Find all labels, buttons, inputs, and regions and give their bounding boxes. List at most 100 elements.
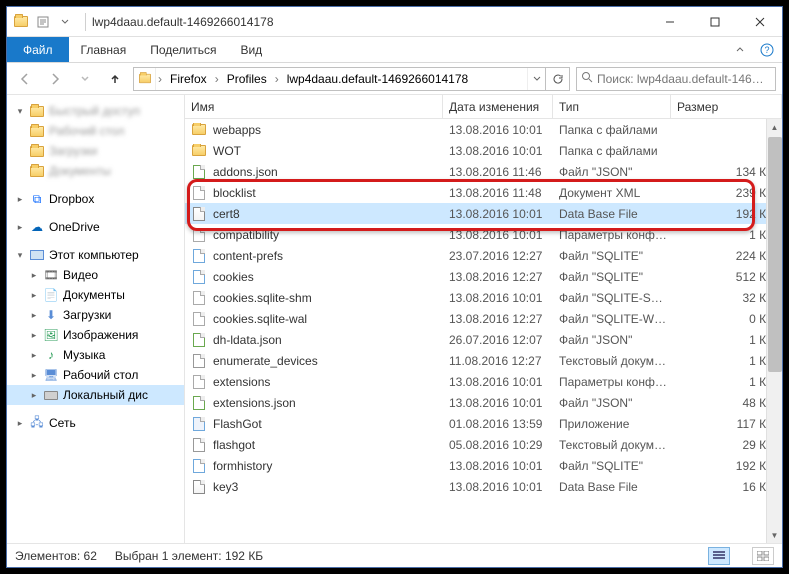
sidebar-item-videos[interactable]: ▸🎞Видео <box>7 265 184 285</box>
breadcrumb-item[interactable]: Profiles <box>221 72 273 86</box>
sidebar-item-onedrive[interactable]: ▸☁OneDrive <box>7 217 184 237</box>
quickaccess-pinned[interactable]: Загрузки <box>7 141 184 161</box>
qat-props-icon[interactable] <box>35 14 51 30</box>
address-box[interactable]: › Firefox › Profiles › lwp4daau.default-… <box>133 67 570 91</box>
ribbon: Файл Главная Поделиться Вид ? <box>7 37 782 63</box>
address-dropdown-icon[interactable] <box>527 68 545 90</box>
sidebar-item-dropbox[interactable]: ▸⧉Dropbox <box>7 189 184 209</box>
view-large-button[interactable] <box>752 547 774 565</box>
table-row[interactable]: cookies.sqlite-wal13.08.2016 12:27Файл "… <box>185 308 782 329</box>
sidebar-item-localdisk[interactable]: ▸Локальный дис <box>7 385 184 405</box>
breadcrumb-item[interactable]: Firefox <box>164 72 213 86</box>
sidebar-item-thispc[interactable]: ▾Этот компьютер <box>7 245 184 265</box>
table-row[interactable]: extensions13.08.2016 10:01Параметры конф… <box>185 371 782 392</box>
view-details-button[interactable] <box>708 547 730 565</box>
ribbon-tab-view[interactable]: Вид <box>228 37 274 62</box>
file-icon <box>191 207 207 221</box>
file-date: 13.08.2016 10:01 <box>443 480 553 494</box>
table-row[interactable]: blocklist13.08.2016 11:48Документ XML239… <box>185 182 782 203</box>
file-rows: webapps13.08.2016 10:01Папка с файламиWO… <box>185 119 782 543</box>
sidebar-item-music[interactable]: ▸♪Музыка <box>7 345 184 365</box>
sidebar-item-network[interactable]: ▸🖧Сеть <box>7 413 184 433</box>
quickaccess-pinned[interactable]: Рабочий стол <box>7 121 184 141</box>
col-name[interactable]: Имя <box>185 95 443 118</box>
ribbon-file-tab[interactable]: Файл <box>7 37 69 62</box>
nav-recent-icon[interactable] <box>73 67 97 91</box>
file-date: 13.08.2016 10:01 <box>443 459 553 473</box>
ribbon-expand-icon[interactable] <box>728 37 752 62</box>
col-size[interactable]: Размер <box>671 95 782 118</box>
table-row[interactable]: cert813.08.2016 10:01Data Base File192 К… <box>185 203 782 224</box>
vertical-scrollbar[interactable]: ▲ ▼ <box>766 119 782 543</box>
file-type: Файл "JSON" <box>553 333 671 347</box>
table-row[interactable]: WOT13.08.2016 10:01Папка с файлами <box>185 140 782 161</box>
status-selection: Выбран 1 элемент: 192 КБ <box>115 549 263 563</box>
file-date: 01.08.2016 13:59 <box>443 417 553 431</box>
sidebar-item-documents[interactable]: ▸📄Документы <box>7 285 184 305</box>
table-row[interactable]: compatibility 13.08.2016 10:01Параметры к… <box>185 224 782 245</box>
file-type: Параметры конф… <box>553 228 671 242</box>
ribbon-tab-share[interactable]: Поделиться <box>138 37 228 62</box>
file-date: 26.07.2016 12:07 <box>443 333 553 347</box>
file-icon <box>191 291 207 305</box>
nav-up-button[interactable] <box>103 67 127 91</box>
table-row[interactable]: extensions.json13.08.2016 10:01Файл "JSO… <box>185 392 782 413</box>
sidebar-item-downloads[interactable]: ▸⬇Загрузки <box>7 305 184 325</box>
file-date: 11.08.2016 12:27 <box>443 354 553 368</box>
table-row[interactable]: FlashGot01.08.2016 13:59Приложение117 КБ <box>185 413 782 434</box>
pictures-icon: 🖼 <box>43 328 59 342</box>
file-icon <box>191 417 207 431</box>
file-icon <box>191 396 207 410</box>
quickaccess-pinned[interactable]: Документы <box>7 161 184 181</box>
search-input[interactable]: Поиск: lwp4daau.default-146… <box>576 67 776 91</box>
file-icon <box>191 145 207 156</box>
breadcrumb-root-icon[interactable] <box>134 68 156 90</box>
scroll-down-icon[interactable]: ▼ <box>767 527 782 543</box>
file-name: blocklist <box>213 186 256 200</box>
table-row[interactable]: addons.json13.08.2016 11:46Файл "JSON"13… <box>185 161 782 182</box>
nav-forward-button[interactable] <box>43 67 67 91</box>
file-date: 05.08.2016 10:29 <box>443 438 553 452</box>
table-row[interactable]: formhistory13.08.2016 10:01Файл "SQLITE"… <box>185 455 782 476</box>
file-icon <box>191 249 207 263</box>
nav-back-button[interactable] <box>13 67 37 91</box>
file-date: 13.08.2016 10:01 <box>443 228 553 242</box>
ribbon-tab-home[interactable]: Главная <box>69 37 139 62</box>
table-row[interactable]: content-prefs23.07.2016 12:27Файл "SQLIT… <box>185 245 782 266</box>
file-name: cookies.sqlite-wal <box>213 312 307 326</box>
refresh-button[interactable] <box>545 68 569 90</box>
close-button[interactable] <box>737 7 782 36</box>
file-type: Документ XML <box>553 186 671 200</box>
nav-tree[interactable]: ▾Быстрый доступ Рабочий стол Загрузки До… <box>7 95 185 543</box>
file-type: Приложение <box>553 417 671 431</box>
table-row[interactable]: key313.08.2016 10:01Data Base File16 КБ <box>185 476 782 497</box>
file-name: cert8 <box>213 207 240 221</box>
file-icon <box>191 312 207 326</box>
file-name: formhistory <box>213 459 272 473</box>
scroll-up-icon[interactable]: ▲ <box>767 119 782 135</box>
status-count: Элементов: 62 <box>15 549 97 563</box>
table-row[interactable]: flashgot05.08.2016 10:29Текстовый докум…… <box>185 434 782 455</box>
table-row[interactable]: dh-ldata.json26.07.2016 12:07Файл "JSON"… <box>185 329 782 350</box>
music-icon: ♪ <box>43 348 59 362</box>
table-row[interactable]: cookies13.08.2016 12:27Файл "SQLITE"512 … <box>185 266 782 287</box>
col-type[interactable]: Тип <box>553 95 671 118</box>
col-date[interactable]: Дата изменения <box>443 95 553 118</box>
onedrive-icon: ☁ <box>29 220 45 234</box>
sidebar-item-desktop[interactable]: ▸🖥Рабочий стол <box>7 365 184 385</box>
qat-dropdown-icon[interactable] <box>57 14 73 30</box>
table-row[interactable]: enumerate_devices11.08.2016 12:27Текстов… <box>185 350 782 371</box>
table-row[interactable]: cookies.sqlite-shm13.08.2016 10:01Файл "… <box>185 287 782 308</box>
quickaccess-item[interactable]: ▾Быстрый доступ <box>7 101 184 121</box>
file-name: compatibility <box>213 228 279 242</box>
sidebar-item-pictures[interactable]: ▸🖼Изображения <box>7 325 184 345</box>
breadcrumb[interactable]: › Firefox › Profiles › lwp4daau.default-… <box>156 68 474 90</box>
maximize-button[interactable] <box>692 7 737 36</box>
table-row[interactable]: webapps13.08.2016 10:01Папка с файлами <box>185 119 782 140</box>
file-name: enumerate_devices <box>213 354 318 368</box>
breadcrumb-item[interactable]: lwp4daau.default-1469266014178 <box>281 72 475 86</box>
file-name: addons.json <box>213 165 278 179</box>
file-icon <box>191 228 207 242</box>
help-icon[interactable]: ? <box>752 37 782 62</box>
minimize-button[interactable] <box>647 7 692 36</box>
